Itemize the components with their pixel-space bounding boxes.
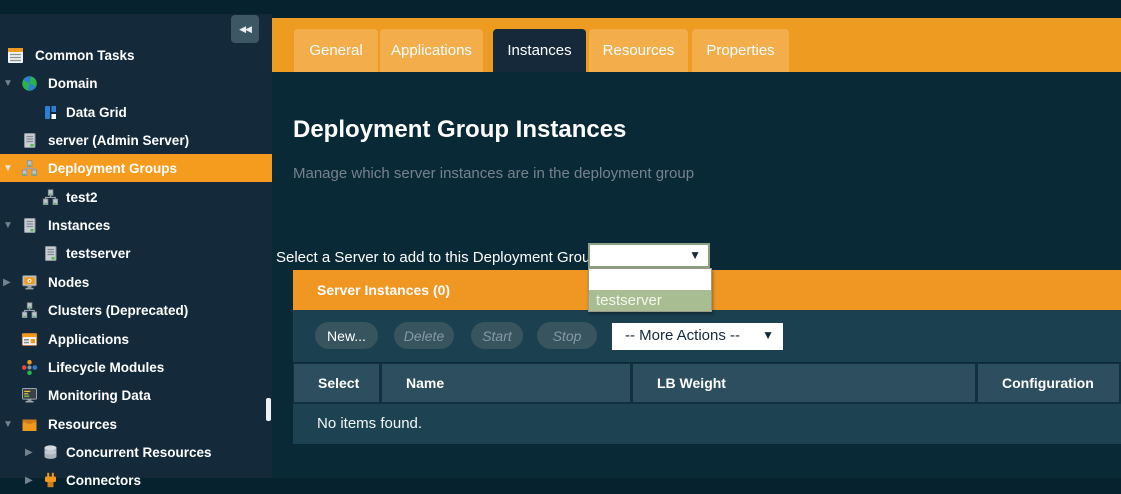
server-option-blank[interactable] [589,269,711,290]
globe-icon [21,75,38,92]
chevron-down-icon[interactable]: ▼ [3,419,17,430]
page-subtitle: Manage which server instances are in the… [293,165,694,182]
sidebar-item-connectors[interactable]: ▶ Connectors [0,466,272,494]
collapse-left-icon: ◀◀ [239,24,251,35]
tab-properties[interactable]: Properties [692,29,789,72]
sidebar-item-testserver[interactable]: testserver [0,239,272,267]
tab-resources[interactable]: Resources [589,29,688,72]
sidebar-item-label: Common Tasks [35,48,135,63]
sidebar-item-label: Deployment Groups [48,161,177,176]
sidebar-item-label: Applications [48,332,129,347]
datagrid-icon [42,104,59,121]
sidebar-item-label: Connectors [66,473,141,488]
server-option-testserver[interactable]: testserver [589,290,711,311]
sidebar-item-resources[interactable]: ▼ Resources [0,410,272,438]
sidebar-item-label: Nodes [48,275,89,290]
sidebar-item-common-tasks[interactable]: Common Tasks [0,41,272,69]
sidebar-item-data-grid[interactable]: Data Grid [0,98,272,126]
column-header-select[interactable]: Select [294,364,379,402]
plug-icon [42,472,59,489]
cluster-icon [21,302,38,319]
chevron-down-icon: ▼ [689,248,701,262]
sidebar-item-lifecycle-modules[interactable]: Lifecycle Modules [0,353,272,381]
sidebar-item-monitoring-data[interactable]: Monitoring Data [0,381,272,409]
new-button[interactable]: New... [315,322,378,349]
lifecycle-icon [21,359,38,376]
server-select-dropdown[interactable]: ▼ [588,243,710,268]
tab-instances[interactable]: Instances [493,29,586,72]
empty-table-text: No items found. [317,415,422,432]
tab-bar: GeneralApplicationsInstancesResourcesPro… [272,18,1121,72]
chevron-right-icon[interactable]: ▶ [3,277,17,288]
chevron-right-icon[interactable]: ▶ [25,447,39,458]
chevron-right-icon[interactable]: ▶ [25,475,39,486]
chevron-down-icon[interactable]: ▼ [3,163,17,174]
main-content: Deployment Group Instances Manage which … [272,72,1121,478]
sidebar-item-deployment-groups[interactable]: ▼ Deployment Groups [0,154,272,182]
sidebar-item-server-admin-server[interactable]: server (Admin Server) [0,126,272,154]
sidebar-item-label: Instances [48,218,110,233]
sidebar-item-instances[interactable]: ▼ Instances [0,211,272,239]
tab-general[interactable]: General [294,29,378,72]
instances-toolbar: New... Delete Start Stop -- More Actions --… [293,310,1121,362]
tab-applications[interactable]: Applications [380,29,483,72]
sidebar-item-label: Monitoring Data [48,388,151,403]
box-icon [21,416,38,433]
column-header-lb-weight[interactable]: LB Weight [633,364,975,402]
sidebar-item-test2[interactable]: test2 [0,183,272,211]
monitor-icon [21,387,38,404]
server-icon [21,217,38,234]
stop-button[interactable]: Stop [537,322,597,349]
sidebar-item-label: Data Grid [66,105,127,120]
sidebar-item-label: test2 [66,190,98,205]
sidebar-item-applications[interactable]: Applications [0,325,272,353]
instances-table-header: SelectNameLB WeightConfiguration [293,362,1121,403]
more-actions-dropdown[interactable]: -- More Actions -- ▼ [612,323,783,350]
cluster-icon [21,160,38,177]
server-instances-header: Server Instances (0) [317,282,450,298]
select-server-label: Select a Server to add to this Deploymen… [276,249,603,266]
delete-button[interactable]: Delete [394,322,454,349]
column-header-configuration[interactable]: Configuration [978,364,1119,402]
sidebar-item-label: testserver [66,246,131,261]
chevron-down-icon[interactable]: ▼ [3,78,17,89]
sidebar-item-clusters-deprecated[interactable]: Clusters (Deprecated) [0,296,272,324]
instances-table-empty-row: No items found. [293,403,1121,442]
server-icon [21,132,38,149]
server-select-option-list: testserver [588,268,712,312]
more-actions-value: -- More Actions -- [625,327,740,344]
sidebar-collapse-button[interactable]: ◀◀ [231,15,259,43]
sidebar-item-label: Resources [48,417,117,432]
server-icon [42,245,59,262]
sidebar-item-domain[interactable]: ▼ Domain [0,69,272,97]
sidebar-item-label: Lifecycle Modules [48,360,164,375]
page-title: Deployment Group Instances [293,116,626,144]
chevron-down-icon: ▼ [762,328,774,342]
sidebar-item-label: server (Admin Server) [48,133,189,148]
start-button[interactable]: Start [471,322,523,349]
sidebar-scrollbar[interactable] [266,398,271,421]
sidebar-item-label: Concurrent Resources [66,445,212,460]
sidebar-item-label: Domain [48,76,98,91]
column-header-name[interactable]: Name [382,364,630,402]
apps-icon [21,331,38,348]
sidebar-item-label: Clusters (Deprecated) [48,303,188,318]
node-icon [21,274,38,291]
chevron-down-icon[interactable]: ▼ [3,220,17,231]
tasks-icon [7,47,24,64]
sidebar-item-concurrent-resources[interactable]: ▶ Concurrent Resources [0,438,272,466]
sidebar: Common Tasks ▼ Domain Data Grid server (Admi… [0,14,272,478]
sidebar-item-nodes[interactable]: ▶ Nodes [0,268,272,296]
db-icon [42,444,59,461]
cluster-icon [42,189,59,206]
